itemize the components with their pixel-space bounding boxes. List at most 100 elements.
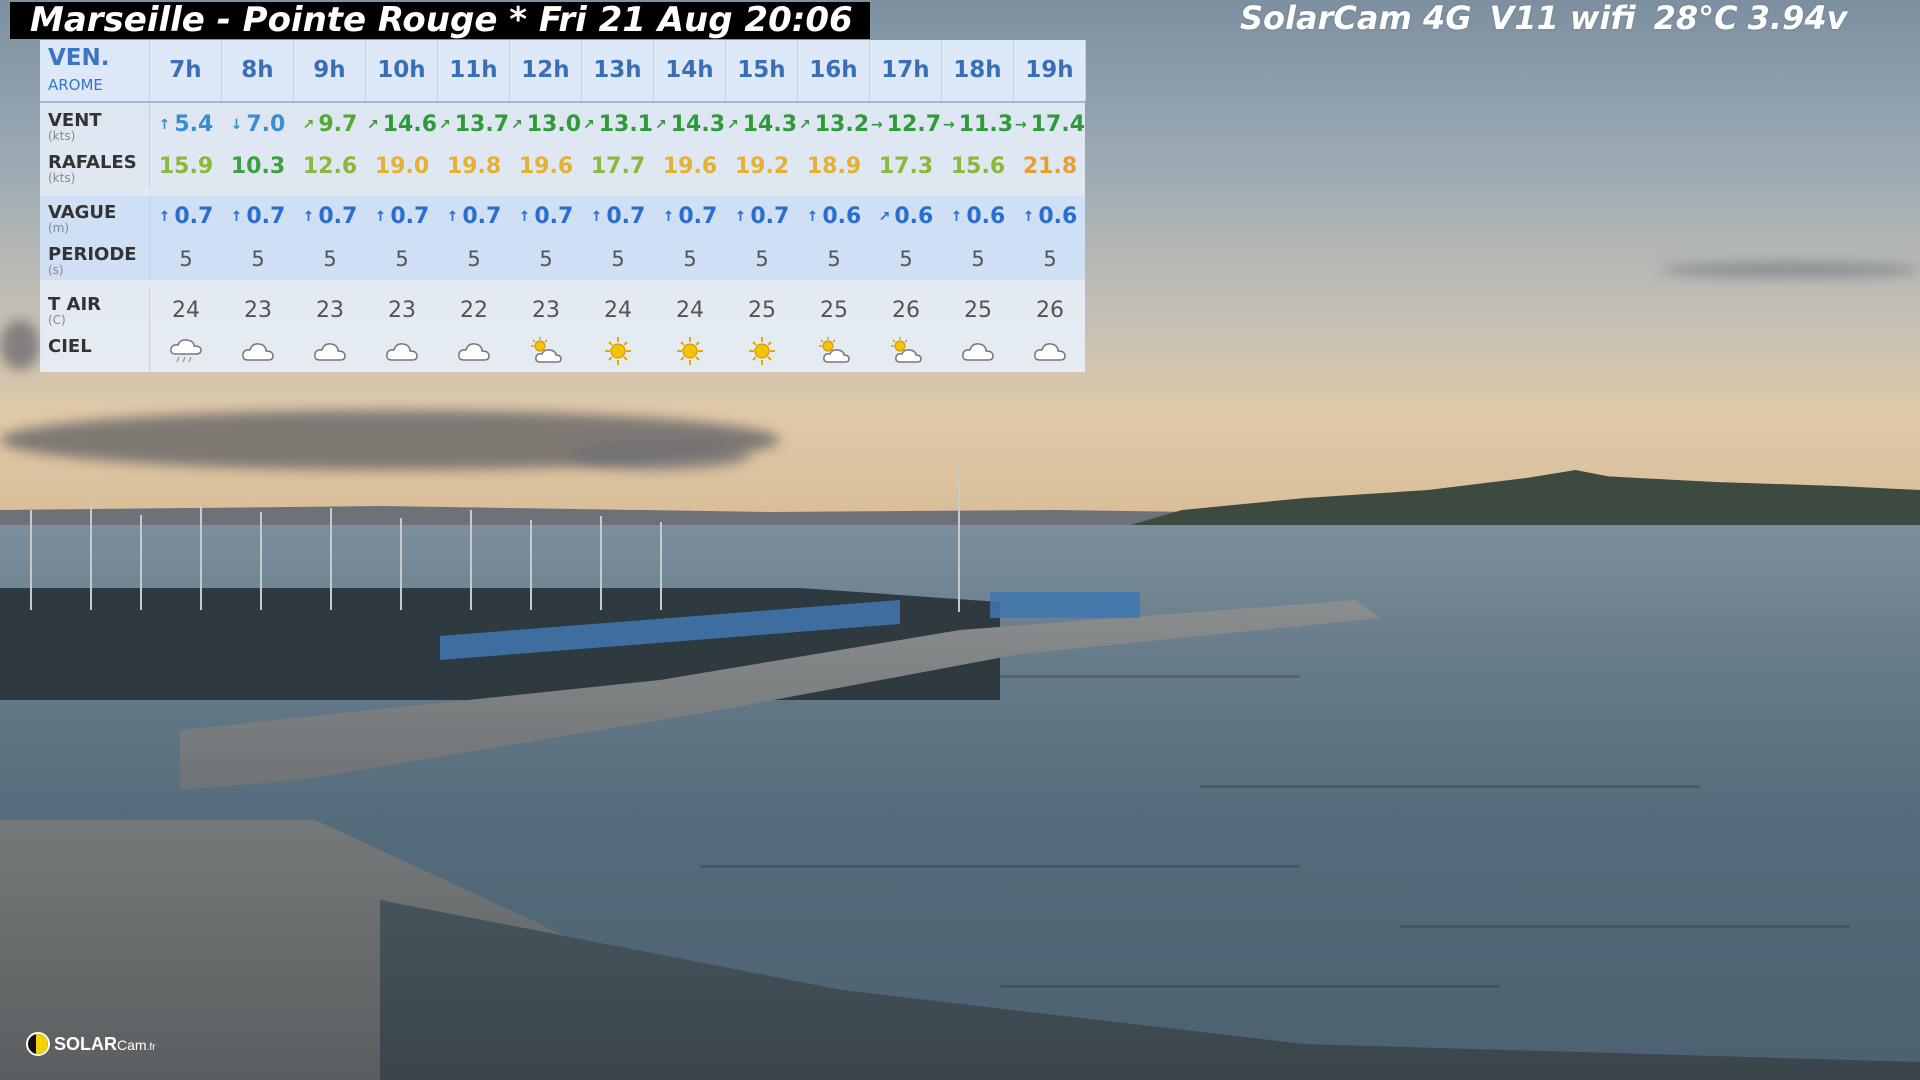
cloud-icon bbox=[384, 336, 420, 366]
wind-unit: (kts) bbox=[48, 129, 76, 143]
wave-value: 0.7 bbox=[174, 204, 214, 229]
wave-direction-arrow-icon: ↑ bbox=[590, 209, 603, 225]
air-temp-cell: 24 bbox=[604, 298, 632, 323]
wave-direction-arrow-icon: ↑ bbox=[518, 209, 531, 225]
wind-value: 13.2 bbox=[814, 112, 869, 137]
period-row: PERIODE (s) 5 5 5 5 5 5 5 5 5 5 5 5 5 bbox=[40, 238, 1085, 280]
gust-cell: 15.6 bbox=[950, 154, 1006, 179]
gust-cell: 17.3 bbox=[878, 154, 934, 179]
sky-cells bbox=[150, 330, 1086, 372]
hour-cell: 14h bbox=[654, 40, 726, 101]
row-label: VENT (kts) bbox=[40, 104, 150, 146]
mast bbox=[200, 505, 202, 610]
period-cell: 5 bbox=[899, 247, 913, 271]
mast bbox=[260, 512, 262, 610]
sky-cell bbox=[726, 330, 798, 372]
gust-cell: 10.3 bbox=[230, 154, 286, 179]
sky-cell bbox=[942, 330, 1014, 372]
wave-cell: ↑ 0.7 bbox=[510, 196, 582, 238]
wave-direction-arrow-icon: ↑ bbox=[1022, 209, 1035, 225]
wave-cell: ↑ 0.7 bbox=[582, 196, 654, 238]
sun-icon bbox=[600, 336, 636, 366]
wave-value: 0.7 bbox=[462, 204, 502, 229]
mast bbox=[90, 500, 92, 610]
wave-direction-arrow-icon: ↑ bbox=[806, 209, 819, 225]
wave bbox=[1000, 985, 1500, 988]
wind-direction-arrow-icon: ↗ bbox=[582, 117, 595, 133]
model-label: AROME bbox=[48, 76, 103, 94]
wind-cell: ↗ 13.7 bbox=[438, 104, 510, 146]
wind-direction-arrow-icon: ↗ bbox=[366, 117, 379, 133]
logo-suffix: Cam bbox=[117, 1036, 147, 1053]
wind-direction-arrow-icon: ↗ bbox=[726, 117, 739, 133]
wave-row: VAGUE (m) ↑ 0.7 ↑ 0.7 ↑ 0.7 ↑ 0.7 ↑ 0.7 ↑ 0.7 ↑ 0.7 ↑ 0… bbox=[40, 196, 1085, 238]
wind-cell: ↑ 5.4 bbox=[150, 104, 222, 146]
wave-direction-arrow-icon: ↑ bbox=[374, 209, 387, 225]
gust-label: RAFALES bbox=[48, 152, 137, 173]
wind-direction-arrow-icon: → bbox=[1014, 117, 1027, 133]
sky-cell bbox=[582, 330, 654, 372]
period-unit: (s) bbox=[48, 263, 64, 277]
wave-value: 0.7 bbox=[246, 204, 286, 229]
cloud-icon bbox=[1032, 336, 1068, 366]
mast bbox=[400, 518, 402, 610]
hour-cell: 15h bbox=[726, 40, 798, 101]
mast bbox=[140, 515, 142, 610]
wind-cell: ↗ 13.2 bbox=[798, 104, 870, 146]
wind-cell: → 17.4 bbox=[1014, 104, 1086, 146]
wind-cell: ↗ 14.6 bbox=[366, 104, 438, 146]
period-cell: 5 bbox=[827, 247, 841, 271]
wave-value: 0.7 bbox=[606, 204, 646, 229]
period-cell: 5 bbox=[251, 247, 265, 271]
hour-cell: 19h bbox=[1014, 40, 1086, 101]
gust-cell: 18.9 bbox=[806, 154, 862, 179]
row-label: PERIODE (s) bbox=[40, 238, 150, 280]
sky-label: CIEL bbox=[48, 336, 92, 357]
gust-cell: 19.6 bbox=[518, 154, 574, 179]
wave-cell: ↑ 0.6 bbox=[798, 196, 870, 238]
mast bbox=[470, 510, 472, 610]
gust-cell: 19.8 bbox=[446, 154, 502, 179]
air-temp-cell: 24 bbox=[172, 298, 200, 323]
wave-value: 0.7 bbox=[390, 204, 430, 229]
day-label: VEN. bbox=[48, 45, 110, 71]
period-cell: 5 bbox=[611, 247, 625, 271]
gust-cell: 21.8 bbox=[1022, 154, 1078, 179]
wave-direction-arrow-icon: ↑ bbox=[734, 209, 747, 225]
sky-cell bbox=[150, 330, 222, 372]
wind-cell: ↗ 14.3 bbox=[654, 104, 726, 146]
wave-value: 0.7 bbox=[318, 204, 358, 229]
period-label: PERIODE bbox=[48, 244, 137, 265]
wind-direction-arrow-icon: ↗ bbox=[654, 117, 667, 133]
location-title: Marseille - Pointe Rouge * Fri 21 Aug 20… bbox=[30, 0, 853, 40]
period-cell: 5 bbox=[1043, 247, 1057, 271]
period-cells: 5 5 5 5 5 5 5 5 5 5 5 5 5 bbox=[150, 238, 1086, 280]
sun-icon bbox=[672, 336, 708, 366]
sky-cell bbox=[510, 330, 582, 372]
hour-cell: 18h bbox=[942, 40, 1014, 101]
wind-value: 12.7 bbox=[886, 112, 941, 137]
air-temp-cell: 23 bbox=[316, 298, 344, 323]
day-label-cell: VEN. AROME bbox=[40, 40, 150, 101]
forecast-table: VEN. AROME 7h 8h 9h 10h 11h 12h 13h 14h 15h 16h 17… bbox=[40, 40, 1086, 372]
voltage: 3.94v bbox=[1747, 0, 1848, 37]
wind-value: 14.6 bbox=[382, 112, 437, 137]
wave-cell: ↑ 0.7 bbox=[654, 196, 726, 238]
period-cell: 5 bbox=[971, 247, 985, 271]
mast bbox=[30, 510, 32, 610]
hour-cell: 8h bbox=[222, 40, 294, 101]
cloud bbox=[570, 440, 750, 470]
wind-cell: → 11.3 bbox=[942, 104, 1014, 146]
wind-value: 17.4 bbox=[1030, 112, 1085, 137]
hour-cell: 7h bbox=[150, 40, 222, 101]
sky-cell bbox=[1014, 330, 1086, 372]
cloud bbox=[0, 320, 40, 370]
row-label: CIEL bbox=[40, 330, 150, 372]
wind-value: 13.1 bbox=[598, 112, 653, 137]
air-temp-cell: 23 bbox=[532, 298, 560, 323]
period-cell: 5 bbox=[395, 247, 409, 271]
wave-value: 0.7 bbox=[678, 204, 718, 229]
wave-value: 0.6 bbox=[966, 204, 1006, 229]
wave bbox=[1200, 785, 1700, 788]
period-cell: 5 bbox=[755, 247, 769, 271]
